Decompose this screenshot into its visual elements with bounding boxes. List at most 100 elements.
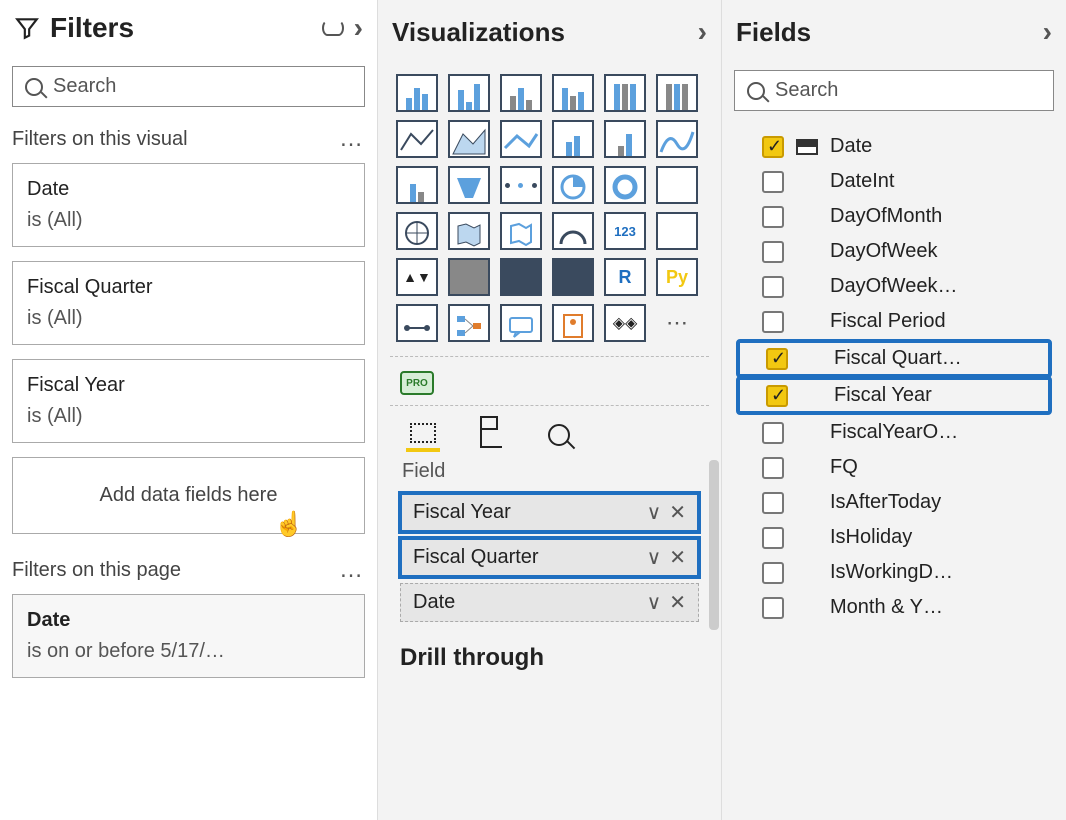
field-checkbox[interactable] — [762, 276, 784, 298]
viz-more-icon[interactable]: ⋯ — [656, 304, 698, 342]
fields-header: Fields — [734, 12, 1054, 52]
filters-visual-section: Filters on this visual … — [12, 125, 365, 153]
remove-field-icon[interactable]: ✕ — [669, 590, 686, 615]
filter-condition: is on or before 5/17/… — [27, 636, 350, 667]
viz-r-script[interactable]: R — [604, 258, 646, 296]
field-row-fq[interactable]: FQ — [734, 450, 1054, 485]
tab-fields[interactable] — [406, 418, 440, 452]
chevron-down-icon[interactable]: ∨ — [647, 545, 662, 570]
viz-matrix[interactable] — [552, 258, 594, 296]
tab-format[interactable] — [474, 418, 508, 452]
fields-search-input[interactable]: Search — [734, 70, 1054, 111]
collapse-viz-icon[interactable] — [698, 16, 707, 48]
field-checkbox[interactable] — [762, 527, 784, 549]
viz-slicer[interactable] — [448, 258, 490, 296]
viz-line-stacked-column[interactable] — [552, 120, 594, 158]
field-row-fiscalperiod[interactable]: Fiscal Period — [734, 304, 1054, 339]
field-checkbox[interactable] — [762, 171, 784, 193]
viz-clustered-column[interactable] — [552, 74, 594, 112]
field-checkbox[interactable] — [762, 311, 784, 333]
viz-decomposition-tree[interactable] — [448, 304, 490, 342]
field-well-date[interactable]: Date ∨✕ — [400, 583, 699, 622]
chevron-down-icon[interactable]: ∨ — [647, 590, 662, 615]
field-checkbox[interactable] — [762, 241, 784, 263]
field-row-monthyear[interactable]: Month & Y… — [734, 590, 1054, 625]
field-row-date-table[interactable]: Date — [734, 129, 1054, 164]
remove-field-icon[interactable]: ✕ — [669, 545, 686, 570]
viz-filled-map[interactable] — [448, 212, 490, 250]
field-checkbox[interactable] — [762, 457, 784, 479]
viz-key-influencers[interactable] — [396, 304, 438, 342]
collapse-filters-icon[interactable] — [354, 12, 363, 44]
viz-multirow-card[interactable] — [656, 212, 698, 250]
viz-kpi[interactable]: ▲▼ — [396, 258, 438, 296]
field-checkbox[interactable] — [766, 385, 788, 407]
field-checkbox[interactable] — [762, 206, 784, 228]
viz-map[interactable] — [396, 212, 438, 250]
viz-100-stacked-column[interactable] — [656, 74, 698, 112]
viz-donut[interactable] — [604, 166, 646, 204]
viz-shape-map[interactable] — [500, 212, 542, 250]
collapse-fields-icon[interactable] — [1043, 16, 1052, 48]
field-checkbox[interactable] — [762, 562, 784, 584]
field-row-isworkingday[interactable]: IsWorkingD… — [734, 555, 1054, 590]
search-placeholder: Search — [53, 75, 116, 98]
field-row-dateint[interactable]: DateInt — [734, 164, 1054, 199]
viz-paginated-report[interactable] — [552, 304, 594, 342]
filter-name: Fiscal Year — [27, 370, 350, 401]
viz-scatter[interactable] — [500, 166, 542, 204]
field-checkbox[interactable] — [762, 422, 784, 444]
properties-tabs — [390, 405, 709, 456]
viz-arcgis[interactable]: ◈◈ — [604, 304, 646, 342]
field-checkbox[interactable] — [762, 597, 784, 619]
field-checkbox[interactable] — [762, 492, 784, 514]
viz-python[interactable]: Py — [656, 258, 698, 296]
field-label: IsWorkingD… — [830, 561, 953, 584]
field-row-dayofweekname[interactable]: DayOfWeek… — [734, 269, 1054, 304]
viz-line-clustered-column[interactable] — [604, 120, 646, 158]
viz-area[interactable] — [448, 120, 490, 158]
filters-search-input[interactable]: Search — [12, 66, 365, 107]
tab-analytics[interactable] — [542, 418, 576, 452]
remove-field-icon[interactable]: ✕ — [669, 500, 686, 525]
filters-pane: Filters Search Filters on this visual … … — [0, 0, 378, 820]
viz-funnel[interactable] — [448, 166, 490, 204]
filter-card-page-date[interactable]: Date is on or before 5/17/… — [12, 594, 365, 678]
field-well-fiscal-quarter[interactable]: Fiscal Quarter ∨✕ — [400, 538, 699, 577]
viz-qna[interactable] — [500, 304, 542, 342]
field-row-dayofweek[interactable]: DayOfWeek — [734, 234, 1054, 269]
viz-gauge[interactable] — [552, 212, 594, 250]
filter-card-fiscal-quarter[interactable]: Fiscal Quarter is (All) — [12, 261, 365, 345]
viz-stacked-column[interactable] — [448, 74, 490, 112]
field-checkbox[interactable] — [762, 136, 784, 158]
viz-line[interactable] — [396, 120, 438, 158]
viz-ribbon[interactable] — [656, 120, 698, 158]
field-row-fiscalyearoffset[interactable]: FiscalYearO… — [734, 415, 1054, 450]
field-row-isaftertoday[interactable]: IsAfterToday — [734, 485, 1054, 520]
viz-stacked-bar[interactable] — [396, 74, 438, 112]
field-row-fiscalquarter[interactable]: Fiscal Quart… — [738, 341, 1050, 376]
field-label: DayOfMonth — [830, 205, 942, 228]
preview-icon[interactable] — [322, 20, 344, 36]
add-fields-dropzone[interactable]: Add data fields here — [12, 457, 365, 534]
viz-treemap[interactable] — [656, 166, 698, 204]
field-row-dayofmonth[interactable]: DayOfMonth — [734, 199, 1054, 234]
field-checkbox[interactable] — [766, 348, 788, 370]
viz-waterfall[interactable] — [396, 166, 438, 204]
viz-100-stacked-bar[interactable] — [604, 74, 646, 112]
field-row-fiscalyear[interactable]: Fiscal Year — [738, 378, 1050, 413]
powerbi-pro-badge[interactable]: PRO — [400, 371, 434, 395]
viz-card[interactable]: 123 — [604, 212, 646, 250]
filters-page-more-icon[interactable]: … — [339, 556, 365, 584]
viz-stacked-area[interactable] — [500, 120, 542, 158]
field-row-isholiday[interactable]: IsHoliday — [734, 520, 1054, 555]
viz-pie[interactable] — [552, 166, 594, 204]
viz-scrollbar[interactable] — [709, 460, 719, 630]
chevron-down-icon[interactable]: ∨ — [647, 500, 662, 525]
viz-clustered-bar[interactable] — [500, 74, 542, 112]
filters-visual-more-icon[interactable]: … — [339, 125, 365, 153]
field-well-fiscal-year[interactable]: Fiscal Year ∨✕ — [400, 493, 699, 532]
viz-table[interactable] — [500, 258, 542, 296]
filter-card-fiscal-year[interactable]: Fiscal Year is (All) — [12, 359, 365, 443]
filter-card-date[interactable]: Date is (All) — [12, 163, 365, 247]
